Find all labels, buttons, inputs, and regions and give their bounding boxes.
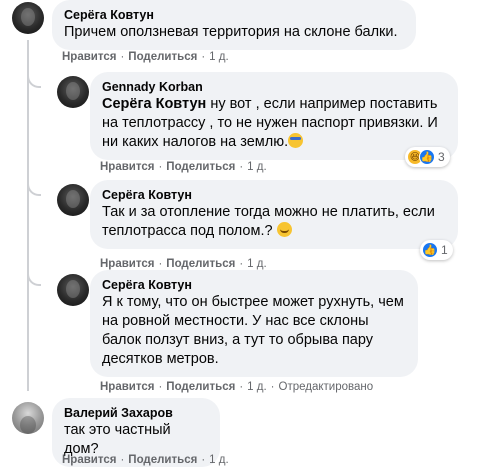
comment-bubble: Серёга Ковтун Так и за отопление тогда м… [90,180,458,249]
comment-text: Я к тому, что он быстрее может рухнуть, … [102,294,404,367]
reactions-summary[interactable]: 😆 👍 3 [405,147,450,167]
comment-author[interactable]: Gennady Korban [102,79,446,95]
comment-actions: Нравится · Поделиться · 1 д. [100,161,267,173]
comment-time[interactable]: 1 д. [209,454,229,466]
comment-author[interactable]: Серёга Ковтун [102,277,406,293]
comment-author[interactable]: Серёга Ковтун [102,187,446,203]
comment-bubble: Gennady Korban Серёга Ковтун ну вот , ес… [90,72,458,160]
reply-button[interactable]: Поделиться [166,258,235,270]
like-button[interactable]: Нравится [62,454,116,466]
comment-time[interactable]: 1 д. [209,51,229,63]
comment: Валерий Захаров так это частный дом? Нра… [0,398,489,467]
comment-time[interactable]: 1 д. [247,161,267,173]
comment: Gennady Korban Серёга Ковтун ну вот , ес… [0,72,489,180]
avatar[interactable] [57,184,89,216]
avatar[interactable] [12,2,44,34]
comment-author[interactable]: Серёга Ковтун [64,7,404,23]
smile-emoji-icon [276,222,292,237]
avatar[interactable] [57,76,89,108]
nerd-face-emoji-icon [288,133,304,148]
comment-text: Причем оползневая территория на склоне б… [64,24,398,40]
mention-link[interactable]: Серёга Ковтун [102,96,206,112]
comment-time[interactable]: 1 д. [247,258,267,270]
edited-label[interactable]: Отредактировано [279,381,374,393]
reply-button[interactable]: Поделиться [166,161,235,173]
reply-button[interactable]: Поделиться [128,454,197,466]
comment-actions: Нравится · Поделиться · 1 д. · Отредактировано [100,381,374,393]
reaction-count: 1 [441,243,448,257]
avatar[interactable] [57,274,89,306]
comment-actions: Нравится · Поделиться · 1 д. [62,51,229,63]
reply-button[interactable]: Поделиться [128,51,197,63]
comment-bubble: Серёга Ковтун Я к тому, что он быстрее м… [90,270,418,377]
like-button[interactable]: Нравится [100,161,154,173]
comment: Серёга Ковтун Причем оползневая территор… [0,0,489,70]
comment: Серёга Ковтун Так и за отопление тогда м… [0,180,489,270]
like-button[interactable]: Нравится [62,51,116,63]
comment-text: Так и за отопление тогда можно не платит… [102,204,435,239]
like-reaction-icon: 👍 [422,242,438,258]
comment-time[interactable]: 1 д. [247,381,267,393]
avatar[interactable] [12,402,44,434]
comment-actions: Нравится · Поделиться · 1 д. [62,454,229,466]
comment-author[interactable]: Валерий Захаров [64,405,208,421]
reply-button[interactable]: Поделиться [166,381,235,393]
comment-bubble: Серёга Ковтун Причем оползневая территор… [52,0,416,50]
reactions-summary[interactable]: 👍 1 [420,240,453,260]
like-reaction-icon: 👍 [419,149,435,165]
like-button[interactable]: Нравится [100,258,154,270]
comment-actions: Нравится · Поделиться · 1 д. [100,258,267,270]
reaction-count: 3 [438,150,445,164]
like-button[interactable]: Нравится [100,381,154,393]
comment-text: Серёга Ковтун ну вот , если например пос… [102,96,438,150]
comment: Серёга Ковтун Я к тому, что он быстрее м… [0,270,489,396]
